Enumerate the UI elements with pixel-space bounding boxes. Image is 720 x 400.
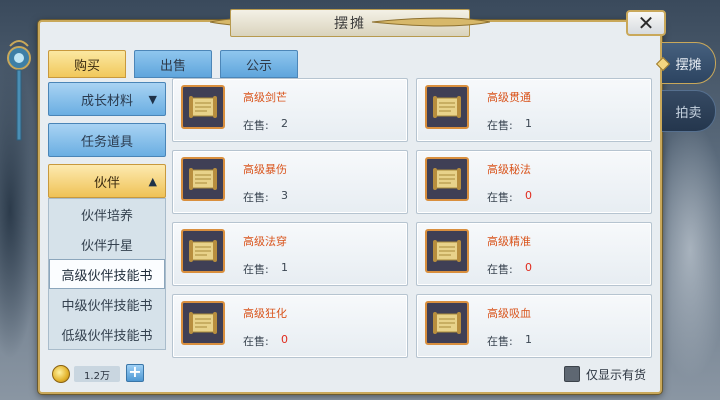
category-label: 伙伴	[93, 175, 120, 191]
bottom-bar: 1.2万 + 仅显示有货	[48, 360, 652, 388]
item-card[interactable]: 高级法穿 在售: 1	[172, 222, 408, 286]
close-button[interactable]: ✕	[626, 10, 666, 36]
subcategory-partner-star-up[interactable]: 伙伴升星	[49, 229, 165, 259]
tab-publicity[interactable]: 公示	[220, 50, 298, 78]
scroll-icon	[181, 85, 225, 129]
category-growth-materials[interactable]: 成长材料 ▼	[48, 82, 166, 116]
item-name: 高级秘法	[487, 163, 531, 176]
item-name: 高级剑芒	[243, 91, 287, 104]
item-card[interactable]: 高级秘法 在售: 0	[416, 150, 652, 214]
title-bar: 摆摊	[40, 8, 660, 38]
stock-label: 在售:	[487, 335, 513, 348]
subcategory-advanced-skill-book[interactable]: 高级伙伴技能书	[49, 259, 165, 289]
stock-label: 在售:	[487, 191, 513, 204]
subcategory-partner-training[interactable]: 伙伴培养	[49, 199, 165, 229]
item-name: 高级法穿	[243, 235, 287, 248]
category-label: 成长材料	[80, 93, 133, 109]
scroll-icon	[425, 229, 469, 273]
side-tab-auction[interactable]: 拍卖	[662, 90, 716, 132]
subcategory-basic-skill-book[interactable]: 低级伙伴技能书	[49, 319, 165, 349]
jade-ornament-icon	[7, 40, 31, 141]
side-tab-stall[interactable]: 摆摊	[662, 42, 716, 84]
category-label: 任务道具	[80, 134, 133, 150]
stock-label: 在售:	[243, 191, 269, 204]
top-tab-bar: 购买 出售 公示	[48, 50, 298, 78]
item-card[interactable]: 高级贯通 在售: 1	[416, 78, 652, 142]
stock-label: 在售:	[243, 263, 269, 276]
item-name: 高级狂化	[243, 307, 287, 320]
category-partner[interactable]: 伙伴 ▲	[48, 164, 166, 198]
stock-count: 3	[281, 189, 288, 202]
scroll-icon	[425, 301, 469, 345]
title-ornament-right-icon	[371, 17, 490, 27]
item-card[interactable]: 高级吸血 在售: 1	[416, 294, 652, 358]
close-icon: ✕	[637, 11, 655, 35]
stall-panel: 摆摊 ✕ 购买 出售 公示 成长材料 ▼ 任务道具 伙伴 ▲ 伙伴培养 伙伴升星…	[38, 9, 666, 394]
stock-count: 1	[525, 117, 532, 130]
item-name: 高级吸血	[487, 307, 531, 320]
stock-count: 0	[525, 261, 532, 274]
item-card[interactable]: 高级暴伤 在售: 3	[172, 150, 408, 214]
stock-label: 在售:	[487, 263, 513, 276]
triangle-up-icon: ▲	[148, 174, 157, 188]
in-stock-only-checkbox[interactable]	[564, 366, 580, 382]
triangle-down-icon: ▼	[148, 92, 157, 106]
stock-count: 2	[281, 117, 288, 130]
stock-count: 0	[281, 333, 288, 346]
partner-subcategory-list: 伙伴培养 伙伴升星 高级伙伴技能书 中级伙伴技能书 低级伙伴技能书	[48, 198, 166, 350]
item-name: 高级暴伤	[243, 163, 287, 176]
tab-sell[interactable]: 出售	[134, 50, 212, 78]
item-name: 高级贯通	[487, 91, 531, 104]
stock-label: 在售:	[487, 119, 513, 132]
add-currency-button[interactable]: +	[126, 364, 144, 382]
stock-count: 1	[281, 261, 288, 274]
item-card[interactable]: 高级剑芒 在售: 2	[172, 78, 408, 142]
scroll-icon	[181, 301, 225, 345]
gold-coin-icon	[52, 365, 70, 383]
item-grid: 高级剑芒 在售: 2 高级贯通 在售: 1 高级暴伤 在售: 3 高级秘法 在售…	[172, 78, 652, 358]
scroll-icon	[425, 85, 469, 129]
stock-count: 1	[525, 333, 532, 346]
scroll-icon	[425, 157, 469, 201]
stock-label: 在售:	[243, 119, 269, 132]
tab-buy[interactable]: 购买	[48, 50, 126, 78]
item-card[interactable]: 高级精准 在售: 0	[416, 222, 652, 286]
category-quest-items[interactable]: 任务道具	[48, 123, 166, 157]
scroll-icon	[181, 229, 225, 273]
stock-label: 在售:	[243, 335, 269, 348]
in-stock-only-label: 仅显示有货	[586, 368, 647, 382]
item-name: 高级精准	[487, 235, 531, 248]
category-sidebar: 成长材料 ▼ 任务道具 伙伴 ▲ 伙伴培养 伙伴升星 高级伙伴技能书 中级伙伴技…	[48, 82, 166, 354]
item-card[interactable]: 高级狂化 在售: 0	[172, 294, 408, 358]
subcategory-intermediate-skill-book[interactable]: 中级伙伴技能书	[49, 289, 165, 319]
stock-count: 0	[525, 189, 532, 202]
currency-amount: 1.2万	[74, 366, 120, 382]
scroll-icon	[181, 157, 225, 201]
